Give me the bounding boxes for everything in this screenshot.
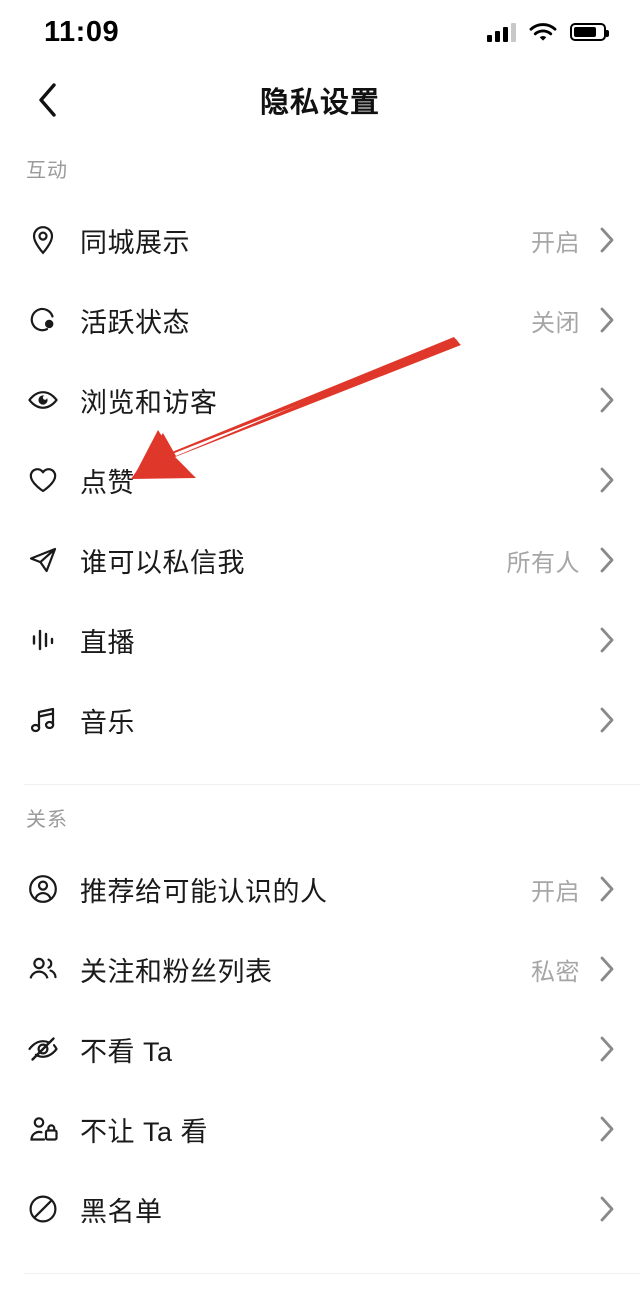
chevron-right-icon [598,705,616,735]
settings-row-label: 点赞 [80,467,135,498]
wifi-icon [529,22,557,41]
live-bars-icon [26,623,60,657]
settings-row-label: 同城展示 [80,227,190,258]
chevron-right-icon [598,1034,616,1064]
settings-row-label: 关注和粉丝列表 [80,956,273,987]
settings-row-recommend-to-contacts[interactable]: 推荐给可能认识的人 开启 [0,849,640,929]
status-bar-icons [487,22,609,43]
chevron-right-icon [598,385,616,415]
status-bar-time: 11:09 [44,15,120,48]
settings-row-label: 不看 Ta [80,1036,173,1067]
settings-row-value: 所有人 [506,549,580,577]
block-circle-icon [26,1192,60,1226]
back-button[interactable] [20,64,76,136]
section-label-account: 帐号 [0,1274,640,1297]
settings-row-value: 关闭 [531,309,580,337]
settings-row-label: 浏览和访客 [80,387,218,418]
section-label-interaction: 互动 [26,159,68,182]
section-label-relationship: 关系 [26,808,68,831]
chevron-right-icon [598,1114,616,1144]
chevron-right-icon [598,1194,616,1224]
settings-row-who-can-dm[interactable]: 谁可以私信我 所有人 [0,520,640,600]
settings-row-active-status[interactable]: 活跃状态 关闭 [0,280,640,360]
settings-row-label: 黑名单 [80,1196,163,1227]
location-pin-icon [26,223,60,257]
battery-icon [570,23,609,41]
settings-row-value: 私密 [531,958,580,986]
chevron-right-icon [598,225,616,255]
settings-row-label: 不让 Ta 看 [80,1116,209,1147]
settings-row-label: 推荐给可能认识的人 [80,876,328,907]
person-lock-icon [26,1112,60,1146]
settings-row-music[interactable]: 音乐 [0,680,640,760]
settings-row-label: 直播 [80,627,135,658]
cellular-signal-icon [487,22,516,42]
settings-list: 互动 同城展示 开启 活跃状态 关闭 浏览和访客 点赞 谁可以私信我 所有人 直… [0,136,640,1297]
settings-row-following-followers[interactable]: 关注和粉丝列表 私密 [0,929,640,1009]
eye-icon [26,383,60,417]
music-note-icon [26,703,60,737]
chevron-right-icon [598,305,616,335]
chevron-right-icon [598,954,616,984]
privacy-settings-screen: 11:09 隐私设置 互动 同城展示 开启 活跃状态 关闭 浏览和访客 点赞 谁… [0,0,640,1297]
settings-row-same-city[interactable]: 同城展示 开启 [0,200,640,280]
chevron-right-icon [598,625,616,655]
page-title: 隐私设置 [259,87,380,119]
chevron-left-icon [39,83,56,117]
paper-plane-icon [26,543,60,577]
settings-row-value: 开启 [531,229,580,257]
settings-row-value: 开启 [531,878,580,906]
heart-icon [26,463,60,497]
nav-bar: 隐私设置 [0,64,640,136]
settings-row-label: 谁可以私信我 [80,547,245,578]
settings-row-likes[interactable]: 点赞 [0,440,640,520]
chevron-right-icon [598,465,616,495]
chevron-right-icon [598,874,616,904]
eye-off-icon [26,1032,60,1066]
settings-row-views-visitors[interactable]: 浏览和访客 [0,360,640,440]
settings-row-label: 音乐 [80,707,135,738]
people-icon [26,952,60,986]
settings-row-hide-from-me[interactable]: 不看 Ta [0,1009,640,1089]
settings-row-hide-me-from[interactable]: 不让 Ta 看 [0,1089,640,1169]
settings-row-blacklist[interactable]: 黑名单 [0,1169,640,1249]
settings-row-live[interactable]: 直播 [0,600,640,680]
chevron-right-icon [598,545,616,575]
status-bar: 11:09 [0,0,640,64]
settings-row-label: 活跃状态 [80,307,190,338]
person-circle-icon [26,872,60,906]
active-status-icon [26,303,60,337]
